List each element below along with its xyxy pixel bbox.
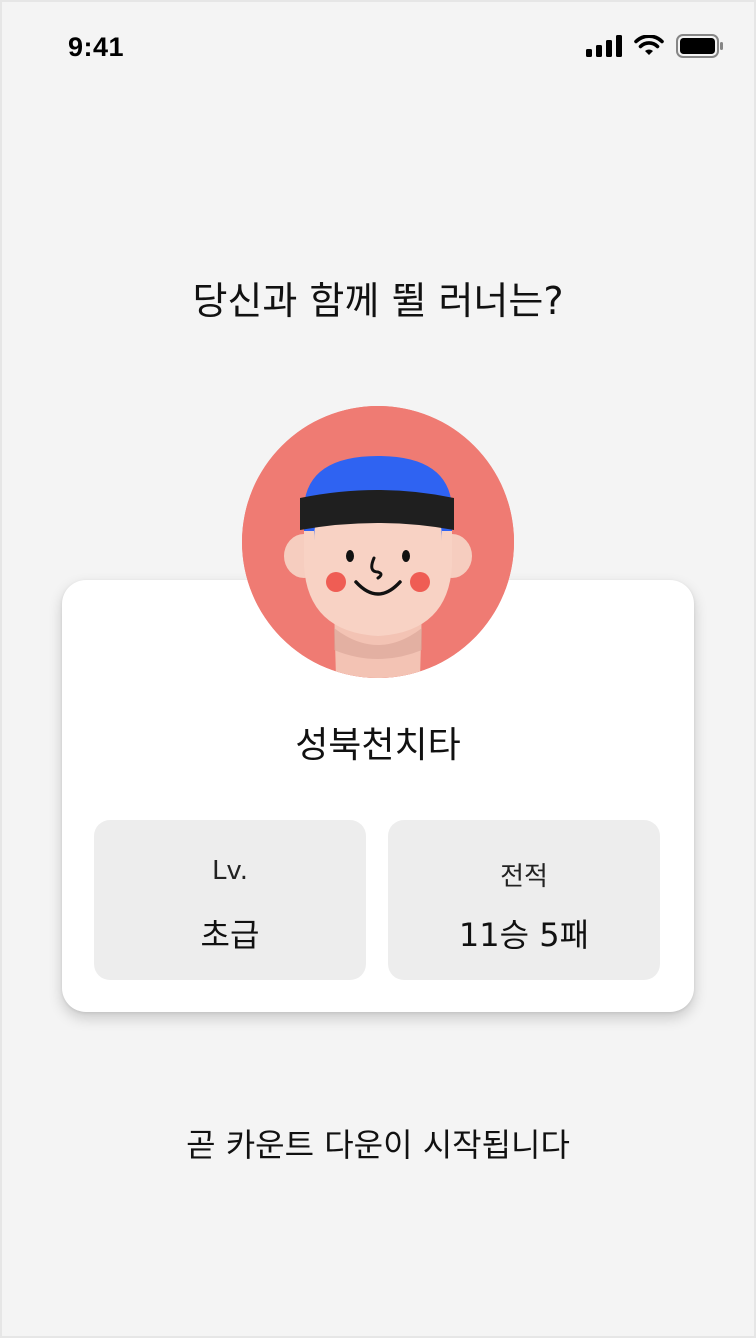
level-value: 초급 xyxy=(200,916,260,954)
battery-icon xyxy=(676,34,724,58)
level-label: Lv. xyxy=(211,856,249,886)
record-stat: 전적 11승 5패 xyxy=(388,820,660,980)
matched-runner-screen: 9:41 당신과 함께 뛸 러너는? 성북천치타 Lv. 초급 전적 11승 5… xyxy=(0,0,756,1338)
status-icons xyxy=(586,34,724,58)
wifi-icon xyxy=(634,34,664,57)
record-label: 전적 xyxy=(500,862,548,892)
signal-icon xyxy=(586,35,622,57)
status-time: 9:41 xyxy=(68,32,125,62)
record-value: 11승 5패 xyxy=(458,916,590,954)
runner-name: 성북천치타 xyxy=(295,725,461,766)
runner-avatar xyxy=(242,406,514,678)
page-title: 당신과 함께 뛸 러너는? xyxy=(192,279,564,323)
level-stat: Lv. 초급 xyxy=(94,820,366,980)
countdown-message: 곧 카운트 다운이 시작됩니다 xyxy=(186,1126,570,1164)
